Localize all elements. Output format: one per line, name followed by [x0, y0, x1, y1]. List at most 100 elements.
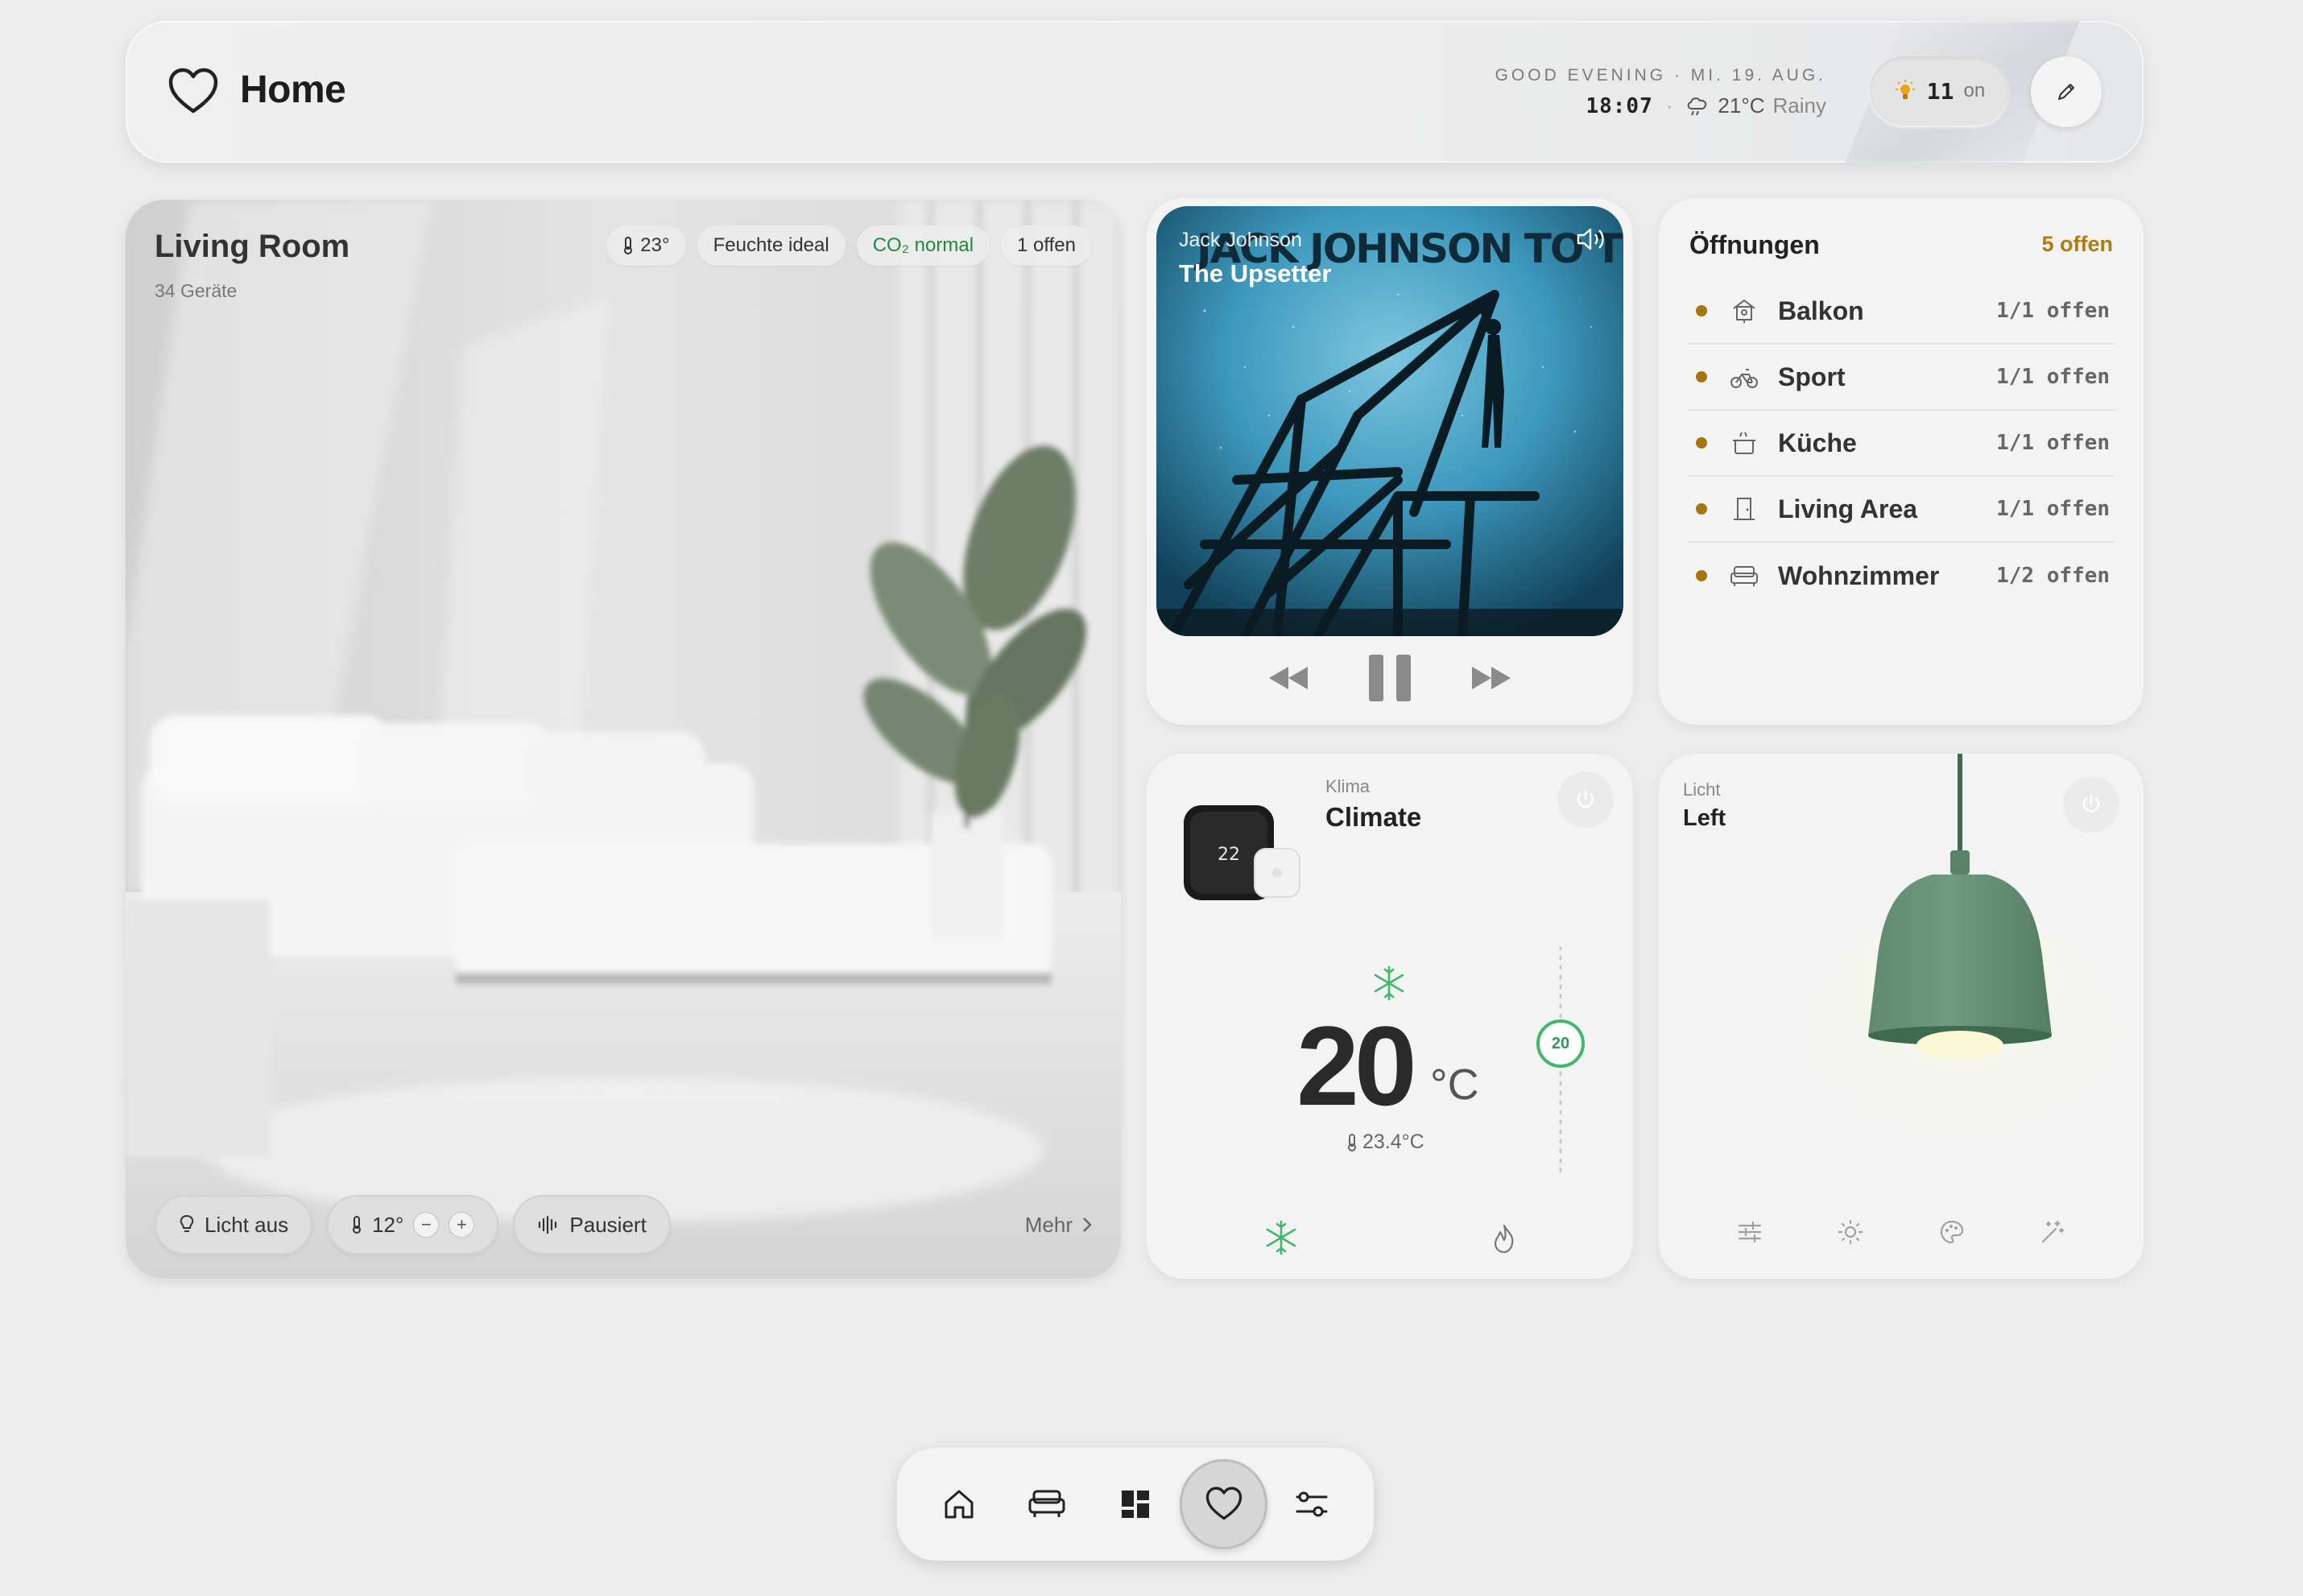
room-status-chips: 23° Feuchte ideal CO₂ normal 1 offen [606, 225, 1092, 266]
birdhouse-icon [1733, 299, 1755, 323]
playback-controls [1147, 646, 1633, 710]
heart-icon [1205, 1486, 1242, 1520]
media-player-card[interactable]: JACK JOHNSON TO THE SEA [1147, 198, 1633, 725]
room-title: Living Room [155, 229, 350, 264]
open-chip[interactable]: 1 offen [1001, 225, 1092, 266]
temp-increase-button[interactable]: + [449, 1212, 475, 1238]
magic-wand-icon[interactable] [2040, 1219, 2065, 1245]
room-state: 1/1 offen [1996, 497, 2110, 521]
light-off-label: Licht aus [205, 1212, 289, 1237]
cloud-rain-icon [1688, 97, 1707, 115]
nav-rooms[interactable] [1003, 1459, 1092, 1549]
light-off-button[interactable]: Licht aus [155, 1195, 313, 1255]
list-item[interactable]: Sport 1/1 offen [1688, 345, 2115, 411]
more-label: Mehr [1024, 1212, 1073, 1237]
room-name: Küche [1778, 428, 1857, 457]
current-temperature-value: 23.4°C [1362, 1131, 1424, 1153]
cooling-mode-icon [1374, 965, 1404, 1001]
nav-settings[interactable] [1267, 1459, 1356, 1549]
pendant-lamp-image [1783, 754, 2137, 1237]
weather-temp: 21°C [1718, 93, 1765, 118]
list-item[interactable]: Living Area 1/1 offen [1688, 477, 2115, 543]
openings-card[interactable]: Öffnungen 5 offen Balkon 1/1 offen Sport… [1659, 198, 2144, 725]
climate-name: Climate [1325, 802, 1422, 832]
thermometer-icon [353, 1216, 362, 1234]
volume-icon[interactable] [1575, 225, 1607, 253]
separator-dot: · [1665, 93, 1673, 118]
sun-icon [1895, 80, 1915, 99]
color-palette-icon[interactable] [1939, 1219, 1965, 1245]
power-icon [1577, 789, 1594, 808]
room-name: Balkon [1778, 296, 1864, 325]
lights-count: 11 [1926, 77, 1954, 105]
room-state: 1/1 offen [1996, 365, 2110, 389]
rewind-icon[interactable] [1266, 664, 1311, 693]
climate-label: Klima [1325, 776, 1371, 796]
co2-chip[interactable]: CO₂ normal [856, 225, 990, 266]
power-button[interactable] [1557, 771, 1614, 828]
living-room-photo [126, 200, 1121, 1279]
sliders-icon [1296, 1491, 1328, 1517]
thermometer-icon [624, 237, 633, 254]
nav-dashboard[interactable] [1091, 1459, 1180, 1549]
page-title: Home [240, 68, 346, 111]
thermostat-value: 12° [372, 1212, 404, 1237]
temperature-slider-handle[interactable]: 20 [1536, 1019, 1585, 1068]
temp-decrease-button[interactable]: − [413, 1212, 440, 1238]
climate-card[interactable]: 22 Klima Climate 20 °C 23.4°C 20 [1147, 754, 1633, 1279]
status-line: 18:07 · 21°C Rainy [1586, 93, 1826, 118]
status-dot [1696, 437, 1707, 449]
light-tools-bar [1659, 1208, 2144, 1256]
room-name: Living Area [1778, 494, 1918, 523]
light-card[interactable]: Licht Left [1659, 754, 2144, 1279]
temperature-unit: °C [1430, 1061, 1479, 1109]
artist-name: Jack Johnson [1179, 229, 1302, 251]
openings-count: 5 offen [2041, 232, 2113, 256]
list-item[interactable]: Wohnzimmer 1/2 offen [1688, 543, 2115, 609]
lightbulb-icon [180, 1214, 194, 1232]
sofa-icon [1730, 566, 1758, 586]
cool-mode-button-icon[interactable] [1263, 1219, 1300, 1256]
room-state: 1/1 offen [1996, 431, 2110, 455]
lights-on-button[interactable]: 11 on [1870, 56, 2008, 126]
list-item[interactable]: Küche 1/1 offen [1688, 411, 2115, 477]
media-status-button[interactable]: Pausiert [513, 1195, 671, 1255]
heart-icon [168, 68, 218, 114]
audio-wave-icon [539, 1215, 557, 1234]
light-label: Licht [1683, 779, 1721, 800]
clock-time: 18:07 [1586, 93, 1653, 118]
weather-desc: Rainy [1772, 93, 1826, 118]
edit-button[interactable] [2031, 56, 2102, 127]
flame-icon[interactable] [1491, 1224, 1517, 1255]
room-state: 1/2 offen [1996, 564, 2110, 588]
brightness-icon[interactable] [1838, 1219, 1863, 1245]
temperature-chip[interactable]: 23° [606, 225, 686, 266]
media-status-label: Pausiert [569, 1212, 647, 1237]
power-icon [2082, 794, 2100, 813]
sliders-icon[interactable] [1737, 1220, 1763, 1244]
pencil-icon [2058, 84, 2074, 100]
status-dot [1696, 503, 1707, 515]
room-state: 1/1 offen [1996, 299, 2110, 323]
status-dot [1696, 305, 1707, 316]
light-name: Left [1683, 805, 1726, 831]
target-temperature: 20 [1296, 1003, 1417, 1129]
sofa-icon [1028, 1490, 1065, 1517]
bottom-navigation [897, 1448, 1374, 1561]
nav-favorites[interactable] [1179, 1459, 1268, 1549]
status-dot [1696, 371, 1707, 382]
list-item[interactable]: Balkon 1/1 offen [1688, 279, 2115, 345]
humidity-chip[interactable]: Feuchte ideal [697, 225, 846, 266]
lights-label: on [1963, 80, 1986, 101]
fast-forward-icon[interactable] [1469, 664, 1514, 693]
openings-list: Balkon 1/1 offen Sport 1/1 offen Küche 1… [1688, 279, 2115, 609]
light-power-button[interactable] [2063, 776, 2119, 833]
device-count: 34 Geräte [155, 280, 238, 301]
nav-home[interactable] [915, 1459, 1003, 1549]
more-link[interactable]: Mehr [1025, 1213, 1092, 1238]
current-temperature: 23.4°C [1346, 1131, 1424, 1154]
pause-icon[interactable] [1366, 653, 1414, 703]
living-room-card[interactable]: Living Room 34 Geräte 23° Feuchte ideal … [126, 200, 1121, 1279]
thermostat-device-image: 22 [1184, 805, 1300, 900]
device-display-value: 22 [1218, 845, 1240, 865]
